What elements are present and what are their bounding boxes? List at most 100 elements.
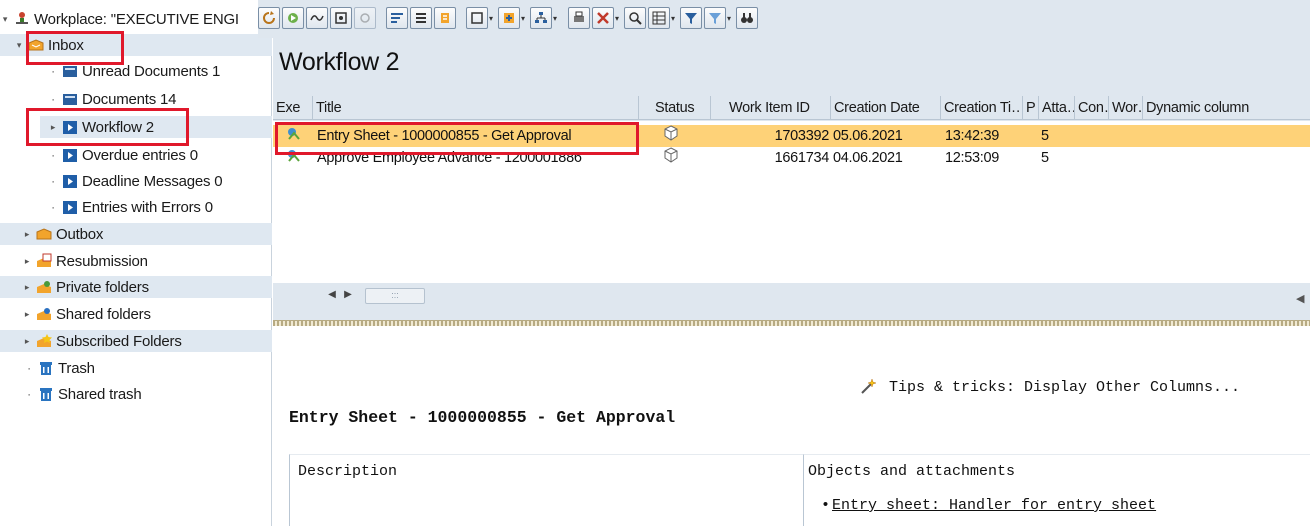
column-header-dynamic[interactable]: Dynamic column — [1143, 96, 1310, 120]
layout-icon — [652, 11, 666, 25]
tree-item-outbox[interactable]: ▸ Outbox — [0, 223, 272, 245]
refresh-button[interactable] — [258, 7, 280, 29]
add-button[interactable] — [498, 7, 520, 29]
tree-item-resubmission[interactable]: ▸ Resubmission — [22, 250, 148, 272]
tree-item-workflow[interactable]: ▸ Workflow 2 — [40, 116, 272, 138]
tips-and-tricks[interactable]: Tips & tricks: Display Other Columns... — [859, 378, 1240, 396]
bullet-icon: · — [51, 92, 55, 106]
description-section: Description — [289, 454, 803, 526]
workflow-icon — [61, 173, 79, 189]
tree-item-label: Inbox — [48, 36, 84, 54]
tree-item-private-folders[interactable]: ▸ Private folders — [0, 276, 272, 298]
chevron-down-icon[interactable]: ▾ — [553, 14, 559, 28]
column-header-priority[interactable]: P — [1023, 96, 1039, 120]
table-row[interactable]: Entry Sheet - 1000000855 - Get Approval … — [273, 125, 1310, 147]
refresh-icon — [263, 11, 275, 24]
binoculars-icon — [741, 13, 753, 23]
horizontal-scrollbar[interactable]: ◀ ▶ ::: — [273, 283, 1310, 307]
trash-icon — [37, 360, 55, 376]
scroll-left-icon[interactable]: ◀ — [325, 288, 339, 302]
description-label: Description — [298, 463, 398, 480]
collapse-arrow-icon[interactable]: ▸ — [22, 309, 32, 320]
table-row[interactable]: Approve Employee Advance - 1200001886 16… — [273, 147, 1310, 169]
collapse-arrow-icon[interactable]: ▸ — [22, 336, 32, 347]
row-title: Approve Employee Advance - 1200001886 — [317, 150, 582, 166]
outbox-icon — [35, 226, 53, 242]
tree-item-deadline-messages[interactable]: · Deadline Messages 0 — [48, 170, 223, 192]
substitute-icon — [441, 13, 449, 23]
align-button[interactable] — [410, 7, 432, 29]
tree-root-workplace[interactable]: ▾ Workplace: "EXECUTIVE ENGI — [0, 8, 239, 30]
collapse-arrow-icon[interactable]: ▸ — [22, 256, 32, 267]
set-filter-button[interactable] — [680, 7, 702, 29]
tree-item-shared-folders[interactable]: ▸ Shared folders — [22, 303, 151, 325]
bullet-icon: · — [51, 64, 55, 78]
print-button[interactable] — [568, 7, 590, 29]
collapse-arrow-icon[interactable]: ▸ — [22, 282, 32, 293]
column-header-title[interactable]: Title — [313, 96, 639, 120]
chevron-down-icon[interactable]: ▾ — [489, 14, 495, 28]
tree-item-overdue-entries[interactable]: · Overdue entries 0 — [48, 144, 198, 166]
tree-item-subscribed-folders[interactable]: ▸ Subscribed Folders — [0, 330, 272, 352]
funnel-button[interactable] — [704, 7, 726, 29]
collapse-arrow-icon[interactable]: ▸ — [22, 229, 32, 240]
tree-item-label: Shared trash — [58, 385, 142, 403]
display-object-button[interactable] — [330, 7, 352, 29]
chevron-down-icon[interactable]: ▾ — [727, 14, 733, 28]
column-header-creation-time[interactable]: Creation Ti… — [941, 96, 1023, 120]
forward-icon — [471, 12, 483, 24]
workplace-icon — [13, 11, 31, 27]
row-creation-date: 04.06.2021 — [833, 150, 903, 166]
hierarchy-button[interactable] — [530, 7, 552, 29]
settings-icon — [360, 13, 370, 23]
column-header-workflow[interactable]: Wor… — [1109, 96, 1143, 120]
column-header-work-item-id[interactable]: Work Item ID — [711, 96, 831, 120]
scroll-right-icon[interactable]: ▶ — [341, 288, 355, 302]
tree-item-documents[interactable]: · Documents 14 — [48, 88, 176, 110]
find-icon — [629, 12, 642, 25]
column-header-comments[interactable]: Con… — [1075, 96, 1109, 120]
workplace-tree: ▾ Workplace: "EXECUTIVE ENGI ▾ Inbox · U… — [0, 0, 272, 526]
column-header-attachments[interactable]: Atta… — [1039, 96, 1075, 120]
tree-item-unread-documents[interactable]: · Unread Documents 1 — [48, 60, 220, 82]
tree-item-entries-with-errors[interactable]: · Entries with Errors 0 — [48, 196, 213, 218]
tree-item-label: Subscribed Folders — [56, 332, 182, 350]
scroll-right-edge-icon[interactable]: ◀ — [1296, 292, 1304, 305]
display-object-icon — [335, 12, 347, 24]
align-icon — [416, 13, 426, 23]
workitem-type-icon — [285, 147, 307, 169]
substitute-button[interactable] — [434, 7, 456, 29]
forward-button[interactable] — [466, 7, 488, 29]
disabled-button[interactable] — [354, 7, 376, 29]
column-header-exe[interactable]: Exe — [273, 96, 313, 120]
execute-button[interactable] — [282, 7, 304, 29]
expand-arrow-icon[interactable]: ▾ — [0, 14, 10, 25]
chevron-down-icon[interactable]: ▾ — [615, 14, 621, 28]
scroll-thumb[interactable]: ::: — [365, 288, 425, 304]
tree-item-trash[interactable]: · Trash — [24, 357, 95, 379]
layout-button[interactable] — [648, 7, 670, 29]
row-creation-time: 12:53:09 — [945, 150, 1000, 166]
tree-item-inbox[interactable]: ▾ Inbox — [0, 34, 272, 56]
column-header-status[interactable]: Status — [639, 96, 711, 120]
column-header-creation-date[interactable]: Creation Date — [831, 96, 941, 120]
workflow-log-button[interactable] — [306, 7, 328, 29]
chevron-down-icon[interactable]: ▾ — [521, 14, 527, 28]
print-icon — [574, 11, 584, 22]
tree-root-label: Workplace: "EXECUTIVE ENGI — [34, 10, 239, 28]
expand-arrow-icon[interactable]: ▾ — [14, 40, 24, 51]
tree-item-shared-trash[interactable]: · Shared trash — [24, 383, 142, 405]
bullet-icon: · — [51, 200, 55, 214]
delete-button[interactable] — [592, 7, 614, 29]
collapse-arrow-icon[interactable]: ▸ — [48, 122, 58, 133]
subscribed-folders-icon — [35, 333, 53, 349]
binoculars-button[interactable] — [736, 7, 758, 29]
sort-button[interactable] — [386, 7, 408, 29]
filter-button[interactable] — [624, 7, 646, 29]
add-icon — [504, 13, 514, 23]
chevron-down-icon[interactable]: ▾ — [671, 14, 677, 28]
row-creation-time: 13:42:39 — [945, 128, 1000, 144]
object-link[interactable]: Entry sheet: Handler for entry sheet — [821, 497, 1156, 514]
funnel-icon — [709, 13, 721, 24]
bullet-icon: · — [27, 387, 31, 401]
